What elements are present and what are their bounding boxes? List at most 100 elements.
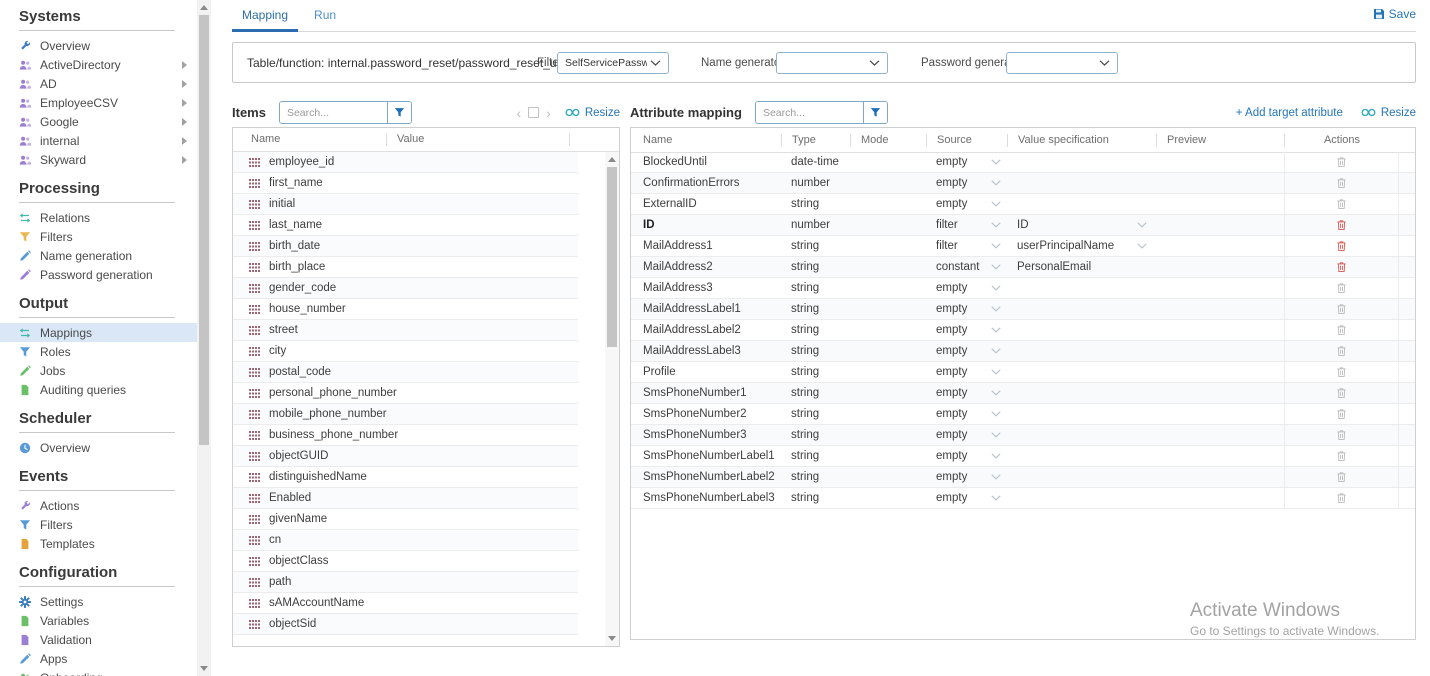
- delete-row-button[interactable]: [1336, 198, 1347, 210]
- delete-row-button[interactable]: [1336, 345, 1347, 357]
- sidebar-item-google[interactable]: Google: [0, 112, 197, 131]
- sidebar-item-employeecsv[interactable]: EmployeeCSV: [0, 93, 197, 112]
- sidebar-item-filters[interactable]: Filters: [0, 515, 197, 534]
- mapping-search-filter-button[interactable]: [863, 102, 887, 123]
- sidebar-item-overview[interactable]: Overview: [0, 438, 197, 457]
- name-generator-select[interactable]: [776, 52, 888, 74]
- source-select[interactable]: filter: [926, 215, 1007, 235]
- drag-handle-icon[interactable]: [249, 515, 260, 524]
- sidebar-item-overview[interactable]: Overview: [0, 36, 197, 55]
- table-row[interactable]: distinguishedName: [233, 467, 578, 488]
- table-row[interactable]: business_phone_number: [233, 425, 578, 446]
- source-select[interactable]: empty: [926, 341, 1007, 361]
- scroll-up-icon[interactable]: [197, 1, 211, 14]
- table-row[interactable]: gender_code: [233, 278, 578, 299]
- table-row[interactable]: objectSid: [233, 614, 578, 635]
- delete-row-button[interactable]: [1336, 408, 1347, 420]
- drag-handle-icon[interactable]: [249, 179, 260, 188]
- value-spec-select[interactable]: userPrincipalName: [1007, 236, 1156, 256]
- sidebar-item-relations[interactable]: Relations: [0, 208, 197, 227]
- items-search-filter-button[interactable]: [387, 102, 411, 123]
- source-select[interactable]: empty: [926, 299, 1007, 319]
- sidebar-item-skyward[interactable]: Skyward: [0, 150, 197, 169]
- source-select[interactable]: filter: [926, 236, 1007, 256]
- items-resize-button[interactable]: Resize: [565, 107, 620, 119]
- drag-handle-icon[interactable]: [249, 536, 260, 545]
- password-generator-select[interactable]: [1006, 52, 1118, 74]
- sidebar-item-jobs[interactable]: Jobs: [0, 361, 197, 380]
- table-row[interactable]: last_name: [233, 215, 578, 236]
- sidebar-item-roles[interactable]: Roles: [0, 342, 197, 361]
- sidebar-item-activedirectory[interactable]: ActiveDirectory: [0, 55, 197, 74]
- table-row[interactable]: house_number: [233, 299, 578, 320]
- table-row[interactable]: birth_place: [233, 257, 578, 278]
- delete-row-button[interactable]: [1336, 492, 1347, 504]
- delete-row-button[interactable]: [1336, 387, 1347, 399]
- source-select[interactable]: empty: [926, 404, 1007, 424]
- drag-handle-icon[interactable]: [249, 368, 260, 377]
- table-row[interactable]: employee_id: [233, 152, 578, 173]
- table-row[interactable]: path: [233, 572, 578, 593]
- drag-handle-icon[interactable]: [249, 347, 260, 356]
- table-row[interactable]: postal_code: [233, 362, 578, 383]
- table-row[interactable]: initial: [233, 194, 578, 215]
- sidebar-item-actions[interactable]: Actions: [0, 496, 197, 515]
- items-scrollbar[interactable]: [605, 152, 619, 646]
- delete-row-button[interactable]: [1336, 219, 1347, 231]
- drag-handle-icon[interactable]: [249, 494, 260, 503]
- drag-handle-icon[interactable]: [249, 620, 260, 629]
- drag-handle-icon[interactable]: [249, 200, 260, 209]
- sidebar-scrollbar[interactable]: [197, 0, 211, 676]
- source-select[interactable]: empty: [926, 194, 1007, 214]
- table-row[interactable]: givenName: [233, 509, 578, 530]
- drag-handle-icon[interactable]: [249, 242, 260, 251]
- table-row[interactable]: sAMAccountName: [233, 593, 578, 614]
- source-select[interactable]: empty: [926, 425, 1007, 445]
- sidebar-item-settings[interactable]: Settings: [0, 592, 197, 611]
- delete-row-button[interactable]: [1336, 261, 1347, 273]
- sidebar-item-onboarding[interactable]: Onboarding: [0, 668, 197, 676]
- source-select[interactable]: empty: [926, 362, 1007, 382]
- drag-handle-icon[interactable]: [249, 410, 260, 419]
- drag-handle-icon[interactable]: [249, 305, 260, 314]
- delete-row-button[interactable]: [1336, 324, 1347, 336]
- drag-handle-icon[interactable]: [249, 452, 260, 461]
- delete-row-button[interactable]: [1336, 471, 1347, 483]
- sidebar-item-name-generation[interactable]: Name generation: [0, 246, 197, 265]
- drag-handle-icon[interactable]: [249, 158, 260, 167]
- table-row[interactable]: street: [233, 320, 578, 341]
- source-select[interactable]: empty: [926, 488, 1007, 508]
- value-spec[interactable]: PersonalEmail: [1007, 257, 1156, 277]
- table-row[interactable]: objectGUID: [233, 446, 578, 467]
- scrollbar-thumb[interactable]: [199, 15, 209, 445]
- sidebar-item-variables[interactable]: Variables: [0, 611, 197, 630]
- scroll-up-icon[interactable]: [605, 153, 619, 166]
- drag-handle-icon[interactable]: [249, 431, 260, 440]
- delete-row-button[interactable]: [1336, 366, 1347, 378]
- drag-handle-icon[interactable]: [249, 326, 260, 335]
- source-select[interactable]: constant: [926, 257, 1007, 277]
- sidebar-item-auditing-queries[interactable]: Auditing queries: [0, 380, 197, 399]
- sidebar-item-validation[interactable]: Validation: [0, 630, 197, 649]
- source-select[interactable]: empty: [926, 446, 1007, 466]
- delete-row-button[interactable]: [1336, 282, 1347, 294]
- delete-row-button[interactable]: [1336, 240, 1347, 252]
- source-select[interactable]: empty: [926, 320, 1007, 340]
- source-select[interactable]: empty: [926, 152, 1007, 172]
- scroll-down-icon[interactable]: [605, 632, 619, 645]
- table-row[interactable]: mobile_phone_number: [233, 404, 578, 425]
- delete-row-button[interactable]: [1336, 450, 1347, 462]
- delete-row-button[interactable]: [1336, 177, 1347, 189]
- drag-handle-icon[interactable]: [249, 557, 260, 566]
- table-row[interactable]: city: [233, 341, 578, 362]
- table-row[interactable]: birth_date: [233, 236, 578, 257]
- scrollbar-thumb[interactable]: [607, 167, 617, 347]
- filter-select[interactable]: SelfServicePasswordRese: [557, 52, 669, 74]
- sidebar-item-password-generation[interactable]: Password generation: [0, 265, 197, 284]
- sidebar-item-mappings[interactable]: Mappings: [0, 323, 197, 342]
- source-select[interactable]: empty: [926, 383, 1007, 403]
- drag-handle-icon[interactable]: [249, 263, 260, 272]
- source-select[interactable]: empty: [926, 173, 1007, 193]
- scroll-down-icon[interactable]: [197, 662, 211, 675]
- drag-handle-icon[interactable]: [249, 578, 260, 587]
